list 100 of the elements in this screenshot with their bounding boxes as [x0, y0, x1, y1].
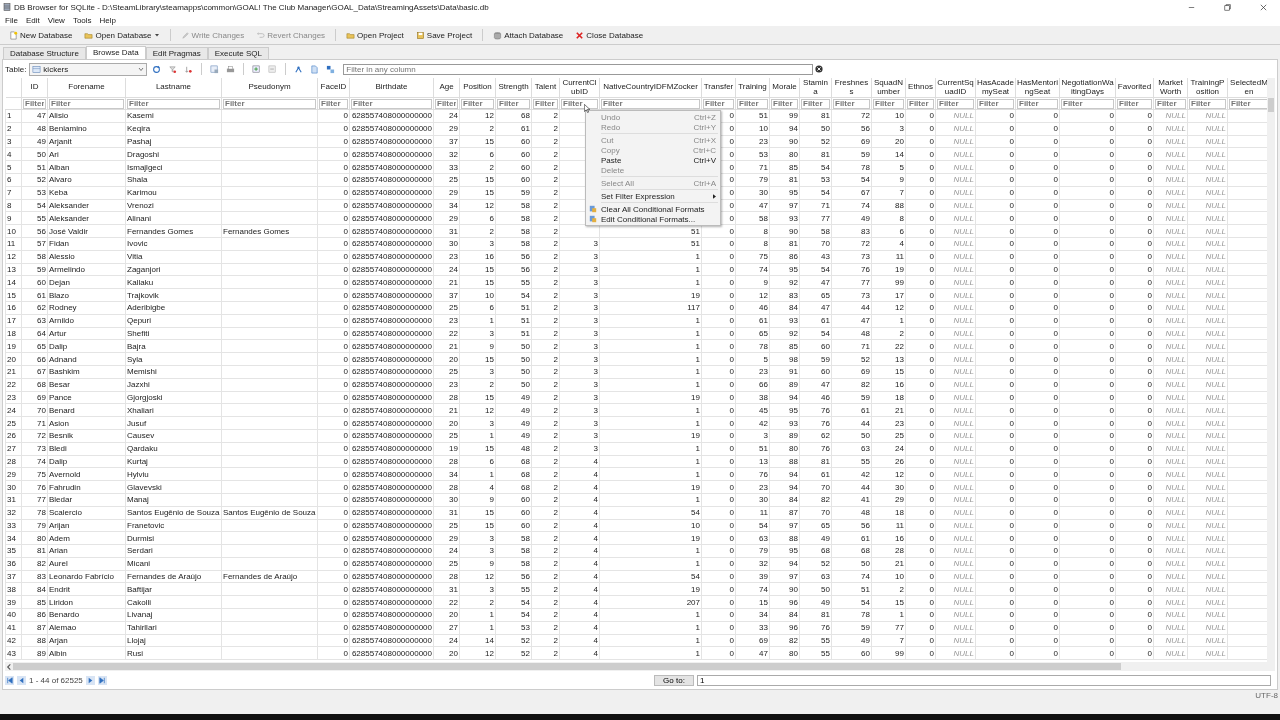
column-header[interactable]: CurrentClubID	[561, 79, 598, 96]
column-filter-field[interactable]: Filter	[1229, 98, 1267, 109]
column-filter-field[interactable]: Filter	[737, 98, 768, 109]
column-filter-field[interactable]: Filter	[771, 98, 798, 109]
column-filter-field[interactable]: Filter	[497, 98, 530, 109]
toolbar-button[interactable]: Attach Database	[488, 28, 569, 42]
menu-item[interactable]: Help	[99, 15, 117, 25]
previous-page-icon[interactable]	[17, 676, 26, 686]
table-cell: 58	[759, 213, 768, 223]
column-filter-field[interactable]: Filter	[873, 98, 904, 109]
column-filter-field[interactable]: Filter	[801, 98, 830, 109]
column-header[interactable]: SquadNumber	[873, 79, 904, 96]
clear-icon[interactable]	[815, 65, 824, 73]
refresh-icon[interactable]	[152, 64, 162, 74]
table-cell: 0	[729, 124, 734, 134]
column-filter-field[interactable]: Filter	[1061, 98, 1114, 109]
menu-item[interactable]: File	[5, 15, 18, 25]
column-filter-field[interactable]: Filter	[1189, 98, 1226, 109]
scroll-left-icon[interactable]	[5, 662, 13, 671]
column-header[interactable]: HasAcademySeat	[977, 79, 1014, 96]
column-filter-field[interactable]: Filter	[1155, 98, 1186, 109]
vertical-scrollbar[interactable]	[1267, 78, 1275, 672]
column-filter-field[interactable]: Filter	[833, 98, 870, 109]
column-filter-field[interactable]: Filter	[319, 98, 348, 109]
column-header[interactable]: HasMentoringSeat	[1017, 79, 1058, 96]
column-filter-field[interactable]: Filter	[937, 98, 974, 109]
table-cell: NULL	[1165, 572, 1186, 582]
go-to-button[interactable]: Go to:	[654, 675, 694, 687]
save-table-icon[interactable]	[210, 64, 220, 74]
clear-filters-icon[interactable]	[168, 64, 178, 74]
table-cell: 0	[929, 316, 934, 326]
tab[interactable]: Execute SQL	[207, 47, 269, 59]
table-cell: 50	[821, 584, 830, 594]
toolbar-button[interactable]: New Database	[4, 28, 78, 42]
restore-icon[interactable]	[1223, 2, 1232, 12]
table-cell: 1	[695, 264, 700, 274]
tab[interactable]: Browse Data	[85, 46, 146, 59]
column-filter-field[interactable]: Filter	[435, 98, 458, 109]
tab[interactable]: Edit Pragmas	[145, 47, 208, 59]
column-filter-field[interactable]: Filter	[1017, 98, 1058, 109]
close-icon[interactable]	[1259, 2, 1268, 12]
clear-sorting-icon[interactable]	[184, 64, 194, 74]
column-header[interactable]: NegotiationWaitingDays	[1061, 79, 1114, 96]
tab[interactable]: Database Structure	[3, 47, 86, 59]
column-filter-field[interactable]: Filter	[23, 98, 46, 109]
column-filter-field[interactable]: Filter	[461, 98, 494, 109]
first-page-icon[interactable]	[5, 676, 14, 686]
table-cell: 78	[861, 162, 870, 172]
column-header[interactable]: MarketWorth	[1155, 79, 1186, 96]
column-filter-field[interactable]: Filter	[49, 98, 124, 109]
horizontal-scrollbar[interactable]	[5, 662, 1267, 672]
format-icon[interactable]	[326, 64, 336, 74]
column-filter-field[interactable]: Filter	[351, 98, 432, 109]
table-cell: 70	[37, 405, 46, 415]
menu-item[interactable]: Clear All Conditional Formats	[586, 204, 720, 214]
go-to-field[interactable]: 1	[697, 675, 1271, 687]
table-cell: 21	[895, 559, 904, 569]
column-header[interactable]: TrainingPosition	[1189, 79, 1226, 96]
menu-item[interactable]: Set Filter Expression	[586, 191, 720, 201]
table-cell: 0	[729, 290, 734, 300]
filter-field[interactable]: Filter in any column	[343, 63, 814, 75]
column-header[interactable]: Freshness	[833, 79, 870, 96]
column-filter-field[interactable]: Filter	[561, 98, 598, 109]
menu-item[interactable]: Tools	[72, 15, 92, 25]
column-filter-field[interactable]: Filter	[703, 98, 734, 109]
toolbar-button[interactable]: Open Project	[341, 28, 409, 42]
table-cell: 0	[1009, 392, 1014, 402]
menu-item[interactable]: View	[47, 15, 65, 25]
toolbar-button[interactable]: Open Database	[79, 28, 165, 42]
table-cell: 0	[343, 149, 348, 159]
table-cell: 0	[1109, 559, 1114, 569]
table-cell: 0	[343, 610, 348, 620]
menu-item[interactable]: Edit	[25, 15, 40, 25]
print-icon[interactable]	[226, 64, 236, 74]
toolbar-button[interactable]: Close Database	[570, 28, 649, 42]
table-cell: 1	[695, 328, 700, 338]
column-filter-field[interactable]: Filter	[977, 98, 1014, 109]
column-filter-field[interactable]: Filter	[907, 98, 934, 109]
menu-item[interactable]: Paste Ctrl+V	[586, 155, 720, 165]
table-cell: 58	[521, 226, 530, 236]
column-filter-field[interactable]: Filter	[533, 98, 558, 109]
table-cell: 0	[729, 380, 734, 390]
menu-item[interactable]: Edit Conditional Formats...	[586, 214, 720, 224]
table-dropdown[interactable]: kickers	[29, 62, 148, 76]
table-cell: 0	[343, 405, 348, 415]
toolbar-button[interactable]: Save Project	[410, 28, 478, 42]
table-cell: NULL	[1165, 495, 1186, 505]
insert-record-icon[interactable]	[252, 64, 262, 74]
column-filter-field[interactable]: Filter	[127, 98, 220, 109]
column-header[interactable]: SelectedMen	[1229, 79, 1267, 96]
table-cell: 0	[1109, 341, 1114, 351]
column-header[interactable]: Stamina	[801, 79, 830, 96]
column-filter-field[interactable]: Filter	[223, 98, 316, 109]
column-filter-field[interactable]: Filter	[601, 98, 700, 109]
last-page-icon[interactable]	[97, 676, 107, 686]
column-filter-field[interactable]: Filter	[1117, 98, 1152, 109]
table-cell: 49	[521, 405, 530, 415]
next-page-icon[interactable]	[85, 676, 95, 686]
table-cell: 76	[821, 405, 830, 415]
column-header[interactable]: CurrentSquadID	[937, 79, 974, 96]
